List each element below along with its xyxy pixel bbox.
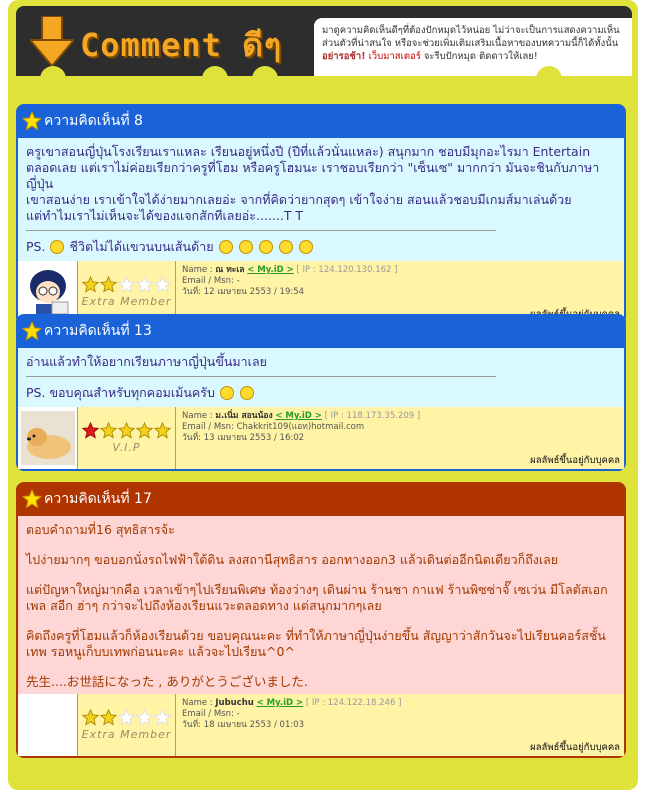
myid-link[interactable]: < My.iD >: [257, 698, 304, 708]
smiley-icon: [258, 240, 273, 254]
smiley-icon: [239, 386, 254, 400]
avatar[interactable]: [18, 407, 78, 469]
star-empty-icon: [136, 276, 153, 293]
grass-decoration: [16, 76, 632, 86]
star-empty-icon: [136, 709, 153, 726]
author-email: Email / Msn: -: [182, 276, 240, 286]
comment-paragraph: อ่านแล้วทำให้อยากเรียนภาษาญี่ปุ่นขึ้นมาเ…: [26, 354, 267, 369]
comment-body: อ่านแล้วทำให้อยากเรียนภาษาญี่ปุ่นขึ้นมาเ…: [18, 348, 624, 407]
rank-stars: [82, 709, 171, 726]
comment-card: ความคิดเห็นที่ 13 อ่านแล้วทำให้อยากเรียน…: [16, 314, 626, 471]
star-red-icon: [82, 422, 99, 439]
star-icon: [22, 111, 42, 131]
smiley-icon: [219, 386, 234, 400]
rank-panel: Extra Member: [78, 694, 176, 756]
star-filled-icon: [100, 422, 117, 439]
star-filled-icon: [100, 709, 117, 726]
ps-line: PS. ขอบคุณสำหรับทุกคอมเม้นครับ: [26, 385, 616, 401]
dog-photo-icon: [20, 411, 75, 465]
comment-footer: V.I.P Name : ม.เนิ่ม สอนน้อง < My.iD > […: [18, 407, 624, 469]
rank-panel: V.I.P: [78, 407, 176, 469]
star-icon: [22, 489, 42, 509]
smiley-icon: [298, 240, 313, 254]
notice-strong: อย่ารอช้า!: [322, 51, 366, 62]
star-filled-icon: [82, 709, 99, 726]
star-empty-icon: [154, 709, 171, 726]
smiley-icon: [238, 240, 253, 254]
smiley-icon: [278, 240, 293, 254]
star-filled-icon: [154, 422, 171, 439]
author-email: Email / Msn: -: [182, 709, 240, 719]
author-email: Email / Msn: Chakkrit109(แอท)hotmail.com: [182, 422, 365, 432]
rank-stars: [82, 276, 171, 293]
comment-paragraph: ไปง่ายมากๆ ขอบอกนั่งรถไฟฟ้าใต้ดิน ลงสถาน…: [26, 552, 559, 567]
comment-title: ความคิดเห็นที่ 13: [44, 323, 152, 339]
comment-footer: Extra Member Name : Jubuchu < My.iD > [ …: [18, 694, 624, 756]
rank-label: Extra Member: [81, 728, 172, 741]
webmaster-link[interactable]: เว็บมาสเตอร์: [369, 51, 421, 62]
comment-header: ความคิดเห็นที่ 17: [16, 482, 626, 516]
comment-date: วันที่: 18 เมษายน 2553 / 01:03: [182, 720, 305, 730]
comment-body: ครูเขาสอนญี่ปุ่นโรงเรียนเราแหละ เรียนอยู…: [18, 138, 624, 261]
ps-line: PS. ชีวิตไม่ได้แขวนบนเส้นด้าย: [26, 239, 616, 255]
comment-paragraph: เขาสอนง่าย เราเข้าใจได้ง่ายมากเลยอ่ะ จาก…: [26, 192, 572, 207]
divider: [26, 376, 496, 377]
author-name: Jubuchu: [215, 698, 254, 708]
comment-date: วันที่: 13 เมษายน 2553 / 16:02: [182, 433, 305, 443]
comment-card: ความคิดเห็นที่ 17 ตอบคำถามที่16 สุทธิสาร…: [16, 482, 626, 758]
author-info: Name : ม.เนิ่ม สอนน้อง < My.iD > [ IP : …: [176, 407, 624, 469]
divider: [26, 230, 496, 231]
rank-label: V.I.P: [112, 441, 141, 454]
comment-paragraph: คิดถึงครูที่โฮมแล้วก็ห้องเรียนด้วย ขอบคุ…: [26, 628, 606, 659]
author-name: ณ ทะเล: [215, 265, 245, 275]
comment-paragraph: 先生....お世話になった , ありがとうございました.: [26, 674, 308, 689]
star-filled-icon: [82, 276, 99, 293]
star-empty-icon: [118, 709, 135, 726]
star-empty-icon: [118, 276, 135, 293]
comment-body: ตอบคำถามที่16 สุทธิสารจ้ะ ไปง่ายมากๆ ขอบ…: [18, 516, 624, 694]
ps-text: ชีวิตไม่ได้แขวนบนเส้นด้าย: [69, 239, 214, 254]
star-filled-icon: [118, 422, 135, 439]
comment-header: ความคิดเห็นที่ 13: [16, 314, 626, 348]
star-filled-icon: [136, 422, 153, 439]
smiley-icon: [50, 240, 65, 254]
ps-text: ขอบคุณสำหรับทุกคอมเม้นครับ: [49, 385, 215, 400]
notice-text: มาดูความคิดเห็นดีๆที่ต้องปักหมุดไว้หน่อย…: [322, 25, 620, 49]
result-disclaimer: ผลลัพธ์ขึ้นอยู่กับบุคคล: [530, 455, 620, 466]
author-name: ม.เนิ่ม สอนน้อง: [215, 411, 273, 421]
comment-header: ความคิดเห็นที่ 8: [16, 104, 626, 138]
ps-label: PS.: [26, 239, 46, 254]
arrow-down-icon: [30, 16, 74, 68]
ip-address: [ IP : 124.120.130.162 ]: [296, 265, 398, 275]
notice-box: มาดูความคิดเห็นดีๆที่ต้องปักหมุดไว้หน่อย…: [314, 18, 632, 82]
comment-title: ความคิดเห็นที่ 8: [44, 113, 143, 129]
smiley-icon: [218, 240, 233, 254]
rank-stars: [82, 422, 171, 439]
ps-label: PS.: [26, 385, 46, 400]
cartoon-avatar-icon: [29, 270, 68, 318]
result-disclaimer: ผลลัพธ์ขึ้นอยู่กับบุคคล: [530, 742, 620, 753]
ip-address: [ IP : 118.173.35.209 ]: [324, 411, 421, 421]
myid-link[interactable]: < My.iD >: [247, 265, 294, 275]
star-icon: [22, 321, 42, 341]
avatar-empty[interactable]: [18, 694, 78, 756]
ip-address: [ IP : 124.122.18.246 ]: [305, 698, 402, 708]
comment-card: ความคิดเห็นที่ 8 ครูเขาสอนญี่ปุ่นโรงเรีย…: [16, 104, 626, 325]
rank-label: Extra Member: [81, 295, 172, 308]
myid-link[interactable]: < My.iD >: [275, 411, 322, 421]
comment-date: วันที่: 12 เมษายน 2553 / 19:54: [182, 287, 305, 297]
comment-paragraph: แต่ปัญหาใหญ่มากคือ เวลาเข้าๆไปเรียนพิเศษ…: [26, 582, 608, 613]
author-info: Name : Jubuchu < My.iD > [ IP : 124.122.…: [176, 694, 624, 756]
comment-paragraph: ครูเขาสอนญี่ปุ่นโรงเรียนเราแหละ เรียนอยู…: [26, 144, 600, 191]
comment-paragraph: ตอบคำถามที่16 สุทธิสารจ้ะ: [26, 522, 175, 537]
notice-text-end: จะรีบปักหมุด ติดดาวให้เลย!: [423, 51, 538, 62]
comment-header-banner: Comment ดีๆ มาดูความคิดเห็นดีๆที่ต้องปัก…: [16, 6, 632, 86]
comment-title: ความคิดเห็นที่ 17: [44, 491, 152, 507]
comment-paragraph: แต่ทำไมเราไม่เห็นจะได้ของแจกสักทีเลยอ่ะ.…: [26, 208, 304, 223]
banner-title: Comment ดีๆ: [80, 26, 283, 64]
star-empty-icon: [154, 276, 171, 293]
star-filled-icon: [100, 276, 117, 293]
